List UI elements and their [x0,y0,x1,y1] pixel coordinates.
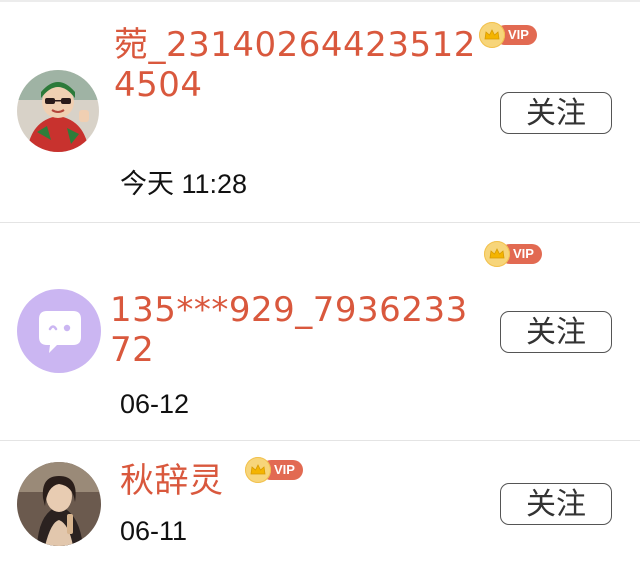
list-item[interactable]: 秋辞灵 VIP 关注 06-11 [0,441,640,567]
list-item[interactable]: 135***929_793623372 VIP 关注 06-12 [0,223,640,440]
crown-icon [479,22,505,48]
username[interactable]: 秋辞灵 [120,461,260,501]
crown-icon [484,241,510,267]
avatar[interactable] [17,70,99,152]
crown-icon [245,457,271,483]
timestamp: 今天 11:28 [120,169,248,199]
follow-button[interactable]: 关注 [500,92,612,134]
username[interactable]: 菀_231402644235124504 [114,25,484,105]
follow-button[interactable]: 关注 [500,311,612,353]
follow-button[interactable]: 关注 [500,483,612,525]
timestamp: 06-11 [120,516,188,546]
vip-badge: VIP [245,457,303,483]
vip-badge: VIP [484,241,542,267]
avatar[interactable] [17,289,101,373]
list-item[interactable]: 菀_231402644235124504 VIP 关注 今天 11:28 [0,0,640,222]
username[interactable]: 135***929_793623372 [110,290,488,370]
timestamp: 06-12 [120,389,190,419]
avatar[interactable] [17,462,101,546]
vip-badge: VIP [479,22,537,48]
